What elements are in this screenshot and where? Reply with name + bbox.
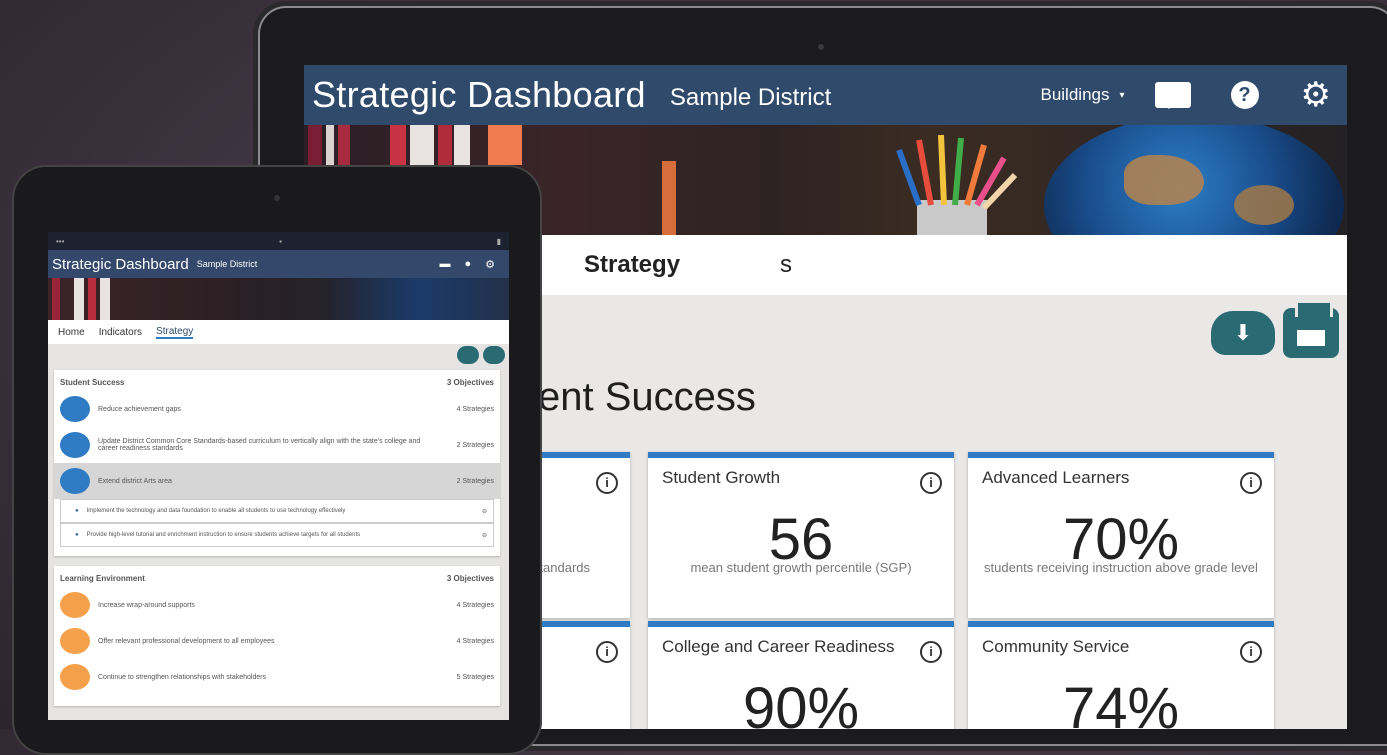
- globe-image: [1044, 125, 1344, 235]
- progress-dot: [60, 396, 90, 422]
- tab-home[interactable]: Home: [58, 327, 85, 338]
- objective-row[interactable]: Increase wrap-around supports 4 Strategi…: [54, 587, 500, 623]
- chat-icon[interactable]: ▬: [439, 258, 450, 270]
- strategy-text: Implement the technology and data founda…: [86, 508, 346, 514]
- expand-icon[interactable]: ⊖: [482, 508, 487, 515]
- print-icon[interactable]: [1283, 300, 1339, 358]
- section-title: Learning Environment: [60, 574, 145, 583]
- camera: [818, 44, 824, 50]
- top-nav-bar: Strategic Dashboard Sample District Buil…: [304, 65, 1347, 125]
- objective-text: Update District Common Core Standards-ba…: [98, 438, 421, 452]
- indicator-card[interactable]: i: [534, 621, 630, 729]
- tablet-tab-bar: Home Indicators Strategy: [48, 320, 509, 344]
- strategy-text: Provide high-level tutorial and enrichme…: [86, 532, 361, 538]
- card-subtitle: mean student growth percentile (SGP): [690, 560, 912, 575]
- indicator-card-advanced-learners[interactable]: Advanced Learners i 70% students receivi…: [968, 452, 1274, 618]
- strategy-count: 4 Strategies: [456, 637, 494, 645]
- strategy-row[interactable]: ● Provide high-level tutorial and enrich…: [60, 523, 494, 547]
- strategy-count: 5 Strategies: [456, 673, 494, 681]
- objective-row[interactable]: Offer relevant professional development …: [54, 623, 500, 659]
- info-icon[interactable]: i: [920, 641, 942, 663]
- info-icon[interactable]: i: [596, 472, 618, 494]
- progress-dot: [60, 432, 90, 458]
- progress-dot: [60, 592, 90, 618]
- buildings-dropdown[interactable]: Buildings ▾: [1040, 85, 1124, 105]
- expand-icon[interactable]: ⊖: [482, 532, 487, 539]
- strategy-link[interactable]: ●: [75, 532, 79, 538]
- help-icon[interactable]: ?: [1230, 81, 1259, 109]
- strategy-row[interactable]: ● Implement the technology and data foun…: [60, 499, 494, 523]
- objective-section-learning-environment: Learning Environment 3 Objectives Increa…: [54, 566, 500, 706]
- card-title: Advanced Learners: [982, 468, 1130, 487]
- card-subtitle: tandards: [539, 560, 590, 575]
- objective-row[interactable]: Update District Common Core Standards-ba…: [54, 427, 500, 463]
- strategy-count: 4 Strategies: [456, 601, 494, 609]
- cloud-download-icon[interactable]: [457, 346, 479, 364]
- objective-text: Increase wrap-around supports: [98, 601, 195, 609]
- progress-dot: [60, 628, 90, 654]
- tab-indicators[interactable]: Indicators: [99, 327, 142, 338]
- card-subtitle: students receiving instruction above gra…: [984, 560, 1258, 575]
- cloud-download-icon[interactable]: ⬇: [1211, 311, 1275, 355]
- tablet-app-title[interactable]: Strategic Dashboard: [52, 256, 189, 273]
- app-title[interactable]: Strategic Dashboard: [312, 74, 646, 116]
- strategy-count: 2 Strategies: [456, 441, 494, 449]
- info-icon[interactable]: i: [920, 472, 942, 494]
- info-icon[interactable]: i: [1240, 472, 1262, 494]
- tablet-district-name: Sample District: [196, 259, 258, 269]
- gear-icon[interactable]: ⚙: [1301, 78, 1331, 112]
- chat-icon[interactable]: [1154, 82, 1191, 109]
- progress-dot: [60, 468, 90, 494]
- indicator-card[interactable]: i tandards: [534, 452, 630, 618]
- indicator-card-student-growth[interactable]: Student Growth i 56 mean student growth …: [648, 452, 954, 618]
- objective-row[interactable]: Reduce achievement gaps 4 Strategies: [54, 391, 500, 427]
- tab-strategy[interactable]: Strategy: [156, 326, 194, 339]
- district-name: Sample District: [669, 84, 832, 111]
- strategy-count: 4 Strategies: [456, 405, 494, 413]
- objective-text: Reduce achievement gaps: [98, 405, 181, 413]
- gear-icon[interactable]: ⚙: [485, 258, 495, 271]
- card-value: 90%: [742, 676, 860, 729]
- card-title: College and Career Readiness: [662, 637, 895, 656]
- tab-indicators[interactable]: s: [780, 251, 792, 279]
- info-icon[interactable]: i: [596, 641, 618, 663]
- strategy-link[interactable]: ●: [75, 508, 79, 514]
- camera: [274, 195, 280, 201]
- section-count: 3 Objectives: [446, 574, 494, 583]
- buildings-label: Buildings: [1040, 85, 1110, 104]
- tablet-screen: ••• ▪ ▮ Strategic Dashboard Sample Distric…: [48, 232, 509, 720]
- indicator-card-community-service[interactable]: Community Service i 74%: [968, 621, 1274, 729]
- card-title: Student Growth: [662, 468, 781, 487]
- objective-text: Continue to strengthen relationships wit…: [98, 673, 267, 681]
- indicator-card-college-career[interactable]: College and Career Readiness i 90%: [648, 621, 954, 729]
- section-title: Student Success: [60, 378, 125, 387]
- tablet-top-nav: Strategic Dashboard Sample District ▬ ● …: [48, 250, 509, 278]
- print-icon[interactable]: [483, 346, 505, 364]
- page-actions: ⬇: [1211, 300, 1339, 358]
- card-value: 74%: [1062, 676, 1180, 729]
- tablet-page-actions: [457, 346, 505, 364]
- objective-row[interactable]: Continue to strengthen relationships wit…: [54, 659, 500, 695]
- tablet-banner-image: [48, 278, 509, 320]
- strategy-count: 2 Strategies: [456, 477, 494, 485]
- page-title: ent Success: [538, 375, 756, 419]
- status-bar: ••• ▪ ▮: [48, 232, 509, 250]
- objective-text: Extend district Arts area: [98, 477, 172, 485]
- card-title: Community Service: [982, 637, 1130, 656]
- pencils-image: [896, 134, 1018, 235]
- objective-section-student-success: Student Success 3 Objectives Reduce achi…: [54, 370, 500, 556]
- objective-text: Offer relevant professional development …: [98, 637, 275, 645]
- progress-dot: [60, 664, 90, 690]
- tab-strategy[interactable]: Strategy: [584, 251, 680, 279]
- chevron-down-icon: ▾: [1119, 89, 1125, 101]
- help-icon[interactable]: ●: [464, 258, 471, 270]
- info-icon[interactable]: i: [1240, 641, 1262, 663]
- section-count: 3 Objectives: [446, 378, 494, 387]
- objective-row-expanded[interactable]: Extend district Arts area 2 Strategies: [54, 463, 500, 499]
